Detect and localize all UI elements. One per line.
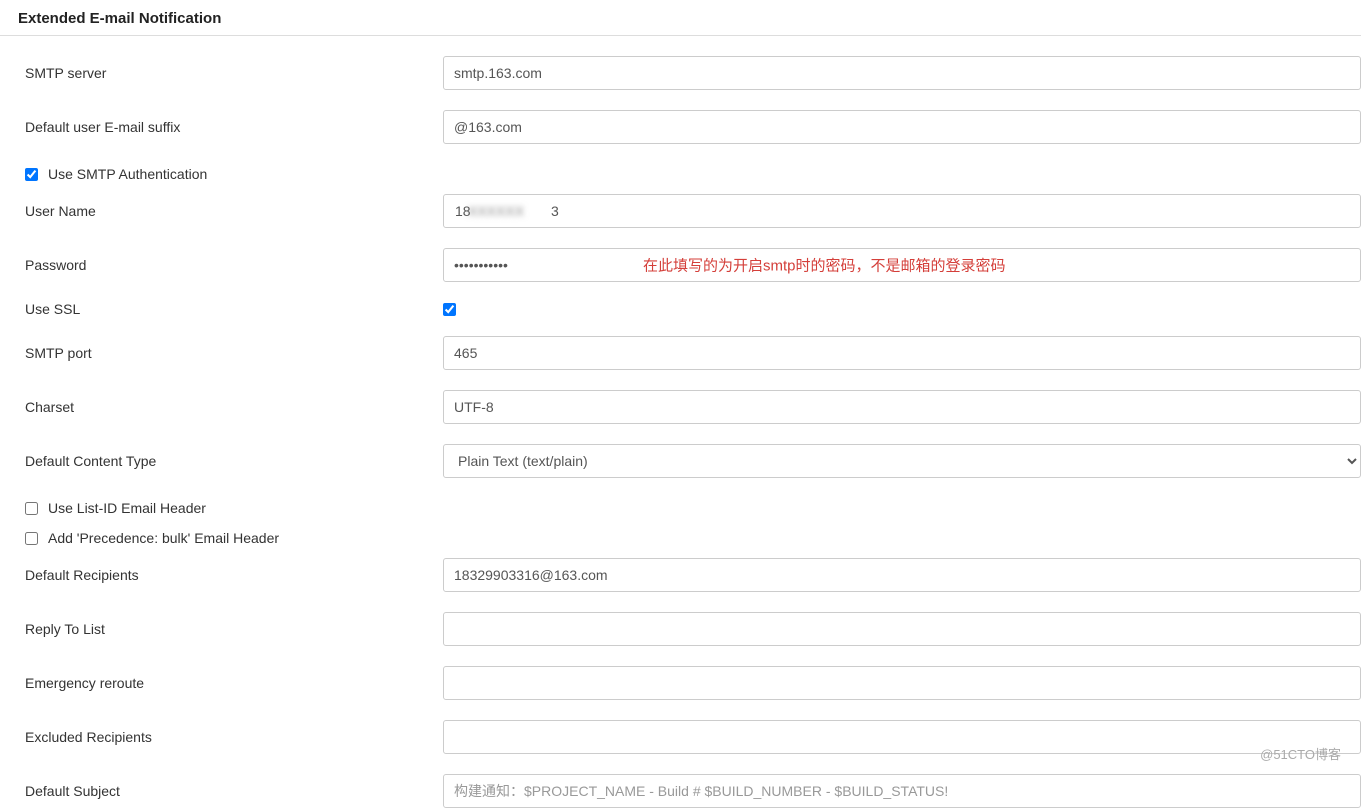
content-type-label: Default Content Type (25, 453, 443, 469)
email-suffix-row: Default user E-mail suffix (25, 110, 1361, 144)
charset-input[interactable] (443, 390, 1361, 424)
excluded-recipients-row: Excluded Recipients (25, 720, 1361, 754)
default-subject-row: Default Subject (25, 774, 1361, 808)
watermark: @51CTO博客 (1260, 744, 1341, 763)
use-list-id-checkbox[interactable] (25, 502, 38, 515)
default-recipients-row: Default Recipients (25, 558, 1361, 592)
emergency-reroute-label: Emergency reroute (25, 675, 443, 691)
default-recipients-label: Default Recipients (25, 567, 443, 583)
reply-to-input[interactable] (443, 612, 1361, 646)
reply-to-row: Reply To List (25, 612, 1361, 646)
content-type-row: Default Content Type Plain Text (text/pl… (25, 444, 1361, 478)
username-row: User Name 18 XXXXXX 3 (25, 194, 1361, 228)
smtp-port-label: SMTP port (25, 345, 443, 361)
smtp-server-label: SMTP server (25, 65, 443, 81)
smtp-port-input[interactable] (443, 336, 1361, 370)
emergency-reroute-input[interactable] (443, 666, 1361, 700)
username-suffix: 3 (551, 203, 559, 219)
precedence-bulk-checkbox[interactable] (25, 532, 38, 545)
use-ssl-label: Use SSL (25, 301, 443, 317)
username-label: User Name (25, 203, 443, 219)
section-title: Extended E-mail Notification (0, 0, 1361, 36)
use-smtp-auth-checkbox[interactable] (25, 168, 38, 181)
use-list-id-label: Use List-ID Email Header (48, 500, 206, 516)
form-container: SMTP server Default user E-mail suffix U… (0, 56, 1361, 808)
smtp-port-row: SMTP port (25, 336, 1361, 370)
default-subject-input[interactable] (443, 774, 1361, 808)
email-suffix-input[interactable] (443, 110, 1361, 144)
use-ssl-checkbox[interactable] (443, 303, 456, 316)
password-annotation: 在此填写的为开启smtp时的密码，不是邮箱的登录密码 (643, 255, 1006, 276)
precedence-bulk-label: Add 'Precedence: bulk' Email Header (48, 530, 279, 546)
charset-label: Charset (25, 399, 443, 415)
use-ssl-row: Use SSL (25, 294, 1361, 324)
use-list-id-row: Use List-ID Email Header (25, 500, 1361, 516)
use-smtp-auth-row: Use SMTP Authentication (25, 166, 1361, 182)
email-suffix-label: Default user E-mail suffix (25, 119, 443, 135)
precedence-bulk-row: Add 'Precedence: bulk' Email Header (25, 530, 1361, 546)
content-type-select[interactable]: Plain Text (text/plain) (443, 444, 1361, 478)
password-row: Password 在此填写的为开启smtp时的密码，不是邮箱的登录密码 (25, 248, 1361, 282)
password-label: Password (25, 257, 443, 273)
default-subject-label: Default Subject (25, 783, 443, 799)
smtp-server-input[interactable] (443, 56, 1361, 90)
excluded-recipients-label: Excluded Recipients (25, 729, 443, 745)
username-input[interactable] (443, 194, 1361, 228)
default-recipients-input[interactable] (443, 558, 1361, 592)
charset-row: Charset (25, 390, 1361, 424)
username-blurred: XXXXXX (468, 203, 524, 219)
excluded-recipients-input[interactable] (443, 720, 1361, 754)
emergency-reroute-row: Emergency reroute (25, 666, 1361, 700)
reply-to-label: Reply To List (25, 621, 443, 637)
use-smtp-auth-label: Use SMTP Authentication (48, 166, 207, 182)
smtp-server-row: SMTP server (25, 56, 1361, 90)
